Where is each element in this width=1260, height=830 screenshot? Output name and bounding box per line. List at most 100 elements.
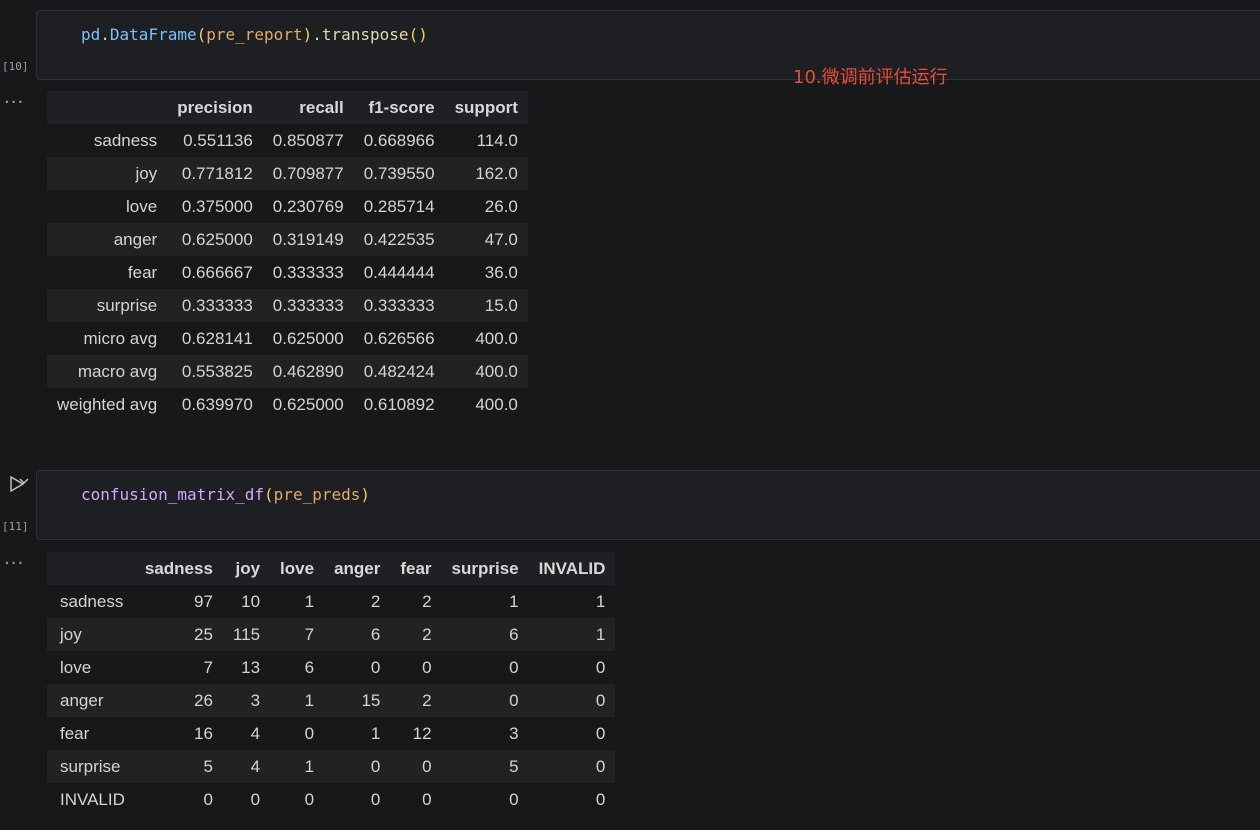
table-cell: 0.639970: [181, 394, 253, 414]
code-editor-1[interactable]: pd.DataFrame(pre_report).transpose(): [81, 25, 428, 44]
table-cell: 0: [509, 690, 519, 710]
table-cell: 0: [595, 657, 606, 677]
cell-run-controls[interactable]: [0, 474, 36, 494]
table-cell: 0.285714: [363, 196, 435, 216]
table-cell: 1: [370, 723, 381, 743]
index-header: [47, 91, 168, 124]
table-cell: 0.375000: [181, 196, 253, 216]
table-cell: 0: [595, 723, 606, 743]
execution-count-2: [11]: [2, 520, 29, 533]
table-cell: 0: [509, 789, 519, 809]
output-more-icon-1[interactable]: ···: [4, 94, 24, 112]
table-cell: 6: [509, 624, 519, 644]
table-row: sadness 0.551136 0.850877 0.668966 114.0: [47, 124, 528, 157]
code-editor-2[interactable]: confusion_matrix_df(pre_preds): [81, 485, 370, 504]
row-label: fear: [60, 723, 90, 743]
annotation-text: 10.微调前评估运行: [793, 67, 948, 88]
row-label: sadness: [60, 591, 124, 611]
table-cell: 0.462890: [272, 361, 344, 381]
table-cell: 0: [595, 756, 606, 776]
table-cell: 0.739550: [363, 163, 435, 183]
code-cell-1[interactable]: pd.DataFrame(pre_report).transpose(): [36, 10, 1260, 80]
table-cell: 0.482424: [363, 361, 435, 381]
row-label: surprise: [96, 295, 158, 315]
row-label: INVALID: [60, 789, 125, 809]
table-cell: 97: [194, 591, 213, 611]
table-cell: 0.666667: [181, 262, 253, 282]
table-cell: 0.333333: [272, 262, 344, 282]
table-cell: 3: [250, 690, 261, 710]
row-label: love: [60, 657, 92, 677]
table-cell: 13: [241, 657, 261, 677]
table-cell: 0: [370, 756, 381, 776]
table-cell: 1: [595, 624, 606, 644]
table-cell: 0.553825: [181, 361, 253, 381]
row-label: joy: [135, 163, 158, 183]
table-cell: 15.0: [484, 295, 518, 315]
table-cell: 0.319149: [272, 229, 344, 249]
table-row: surprise 5 4 1 0 0 5 0: [47, 750, 616, 783]
table-cell: 0.333333: [181, 295, 253, 315]
table-cell: 0.422535: [363, 229, 435, 249]
table-cell: 7: [203, 657, 213, 677]
execution-count-1: [10]: [2, 60, 29, 73]
table-cell: 36.0: [484, 262, 518, 282]
table-cell: 0: [304, 723, 315, 743]
table-cell: 2: [422, 591, 432, 611]
report-table: precision recall f1-score support sadness 0.…: [47, 91, 528, 421]
table-cell: 2: [422, 624, 432, 644]
table-cell: 0.230769: [272, 196, 344, 216]
table-cell: 0: [203, 789, 213, 809]
chevron-down-icon[interactable]: [18, 474, 30, 492]
column-header: surprise: [441, 552, 529, 585]
table-cell: 400.0: [475, 394, 518, 414]
table-row: love 0.375000 0.230769 0.285714 26.0: [47, 190, 528, 223]
table-cell: 0: [422, 657, 432, 677]
table-cell: 0.625000: [181, 229, 253, 249]
column-header: love: [270, 552, 325, 585]
table-cell: 47.0: [484, 229, 518, 249]
table-cell: 6: [370, 624, 381, 644]
table-cell: 1: [304, 756, 315, 776]
table-cell: 6: [304, 657, 315, 677]
index-header: [47, 552, 135, 585]
table-cell: 1: [509, 591, 519, 611]
column-header: recall: [262, 91, 354, 124]
table-cell: 1: [595, 591, 606, 611]
row-label: macro avg: [77, 361, 158, 381]
table-cell: 0.668966: [363, 130, 435, 150]
table-row: macro avg 0.553825 0.462890 0.482424 400.0: [47, 355, 528, 388]
table-row: anger 0.625000 0.319149 0.422535 47.0: [47, 223, 528, 256]
table-cell: 0: [370, 657, 381, 677]
code-cell-2[interactable]: confusion_matrix_df(pre_preds): [36, 470, 1260, 540]
table-cell: 0: [304, 789, 315, 809]
table-cell: 0: [250, 789, 261, 809]
table-cell: 3: [509, 723, 519, 743]
table-cell: 25: [194, 624, 213, 644]
table-row: anger 26 3 1 15 2 0 0: [47, 684, 616, 717]
table-row: weighted avg 0.639970 0.625000 0.610892 400.…: [47, 388, 528, 421]
table-cell: 26: [194, 690, 213, 710]
table-cell: 0.333333: [363, 295, 435, 315]
output-more-icon-2[interactable]: ···: [4, 555, 24, 573]
table-cell: 2: [422, 690, 432, 710]
table-cell: 1: [304, 591, 315, 611]
table-cell: 0.610892: [363, 394, 435, 414]
table-cell: 0.333333: [272, 295, 344, 315]
table-cell: 162.0: [475, 163, 518, 183]
row-label: joy: [60, 624, 82, 644]
table-row: micro avg 0.628141 0.625000 0.626566 400.0: [47, 322, 528, 355]
table-row: fear 16 4 0 1 12 3 0: [47, 717, 616, 750]
table-cell: 400.0: [475, 328, 518, 348]
column-header: support: [444, 91, 528, 124]
table-cell: 400.0: [475, 361, 518, 381]
table-cell: 0: [422, 789, 432, 809]
row-label: sadness: [93, 130, 158, 150]
column-header: joy: [222, 552, 271, 585]
column-header: fear: [390, 552, 442, 585]
table-cell: 0.850877: [272, 130, 344, 150]
column-header: sadness: [134, 552, 223, 585]
table-cell: 0: [422, 756, 432, 776]
table-cell: 0.628141: [181, 328, 253, 348]
row-label: love: [126, 196, 158, 216]
